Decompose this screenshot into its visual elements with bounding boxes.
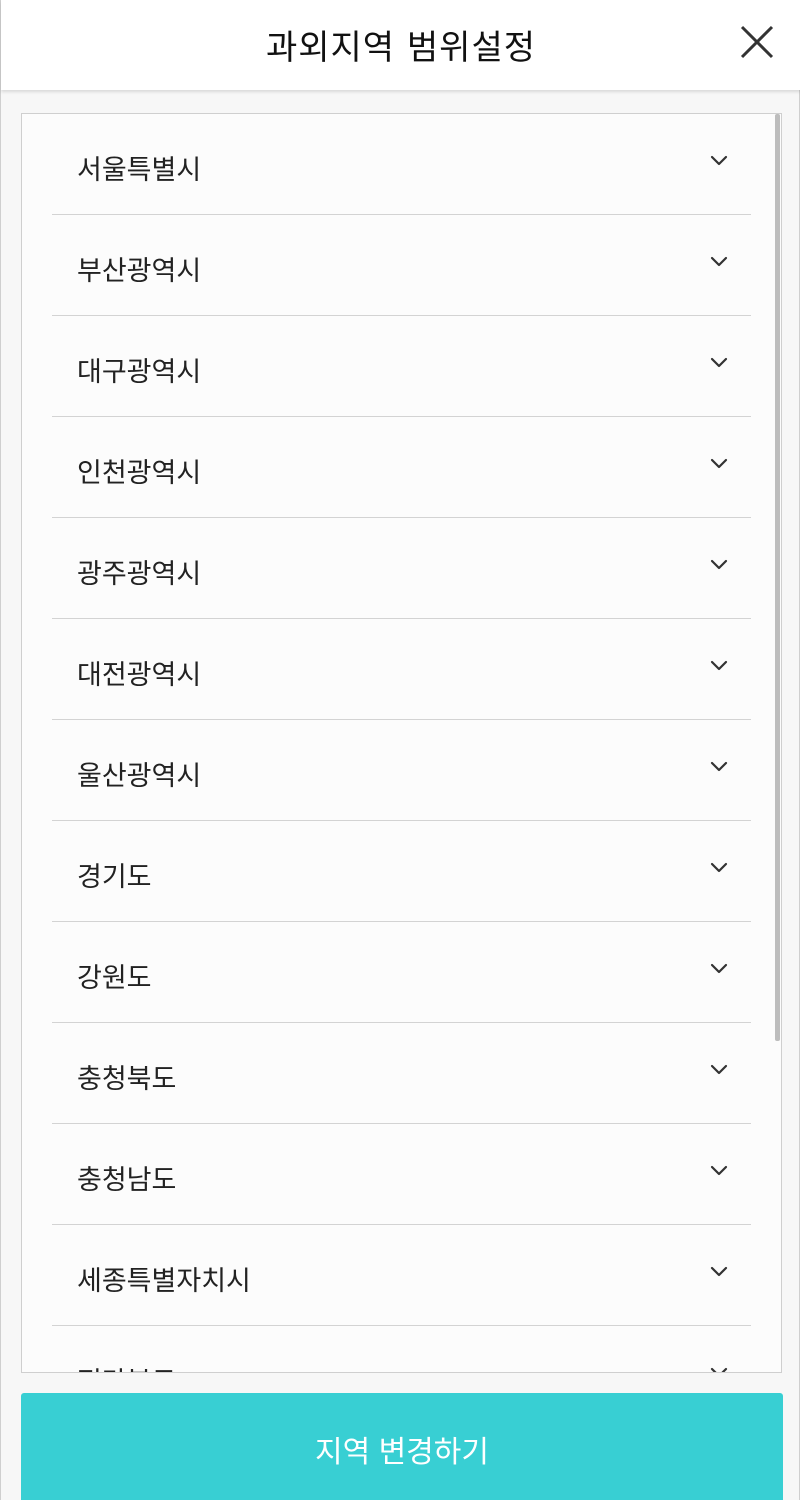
region-row[interactable]: 충청북도	[52, 1023, 751, 1124]
region-label: 경기도	[77, 862, 152, 893]
region-settings-screen: 과외지역 범위설정 서울특별시부산광역시대구광역시인천광역시광주광역시대전광역시…	[0, 0, 800, 1500]
region-label: 충청남도	[77, 1165, 177, 1196]
region-label: 전라북도	[77, 1360, 176, 1372]
region-row[interactable]: 강원도	[52, 922, 751, 1023]
region-row[interactable]: 인천광역시	[52, 417, 751, 518]
region-label: 충청북도	[77, 1064, 177, 1095]
chevron-down-icon[interactable]	[709, 154, 729, 168]
region-label: 울산광역시	[77, 761, 202, 792]
region-label: 대전광역시	[77, 660, 202, 691]
region-row[interactable]: 경기도	[52, 821, 751, 922]
region-label: 서울특별시	[77, 155, 202, 186]
chevron-down-icon[interactable]	[709, 1265, 729, 1279]
chevron-down-icon[interactable]	[709, 760, 729, 774]
region-row[interactable]: 울산광역시	[52, 720, 751, 821]
region-label: 부산광역시	[77, 256, 202, 287]
chevron-down-icon[interactable]	[709, 255, 729, 269]
change-region-button-label: 지역 변경하기	[315, 1436, 489, 1469]
close-button[interactable]	[737, 22, 777, 62]
chevron-down-icon[interactable]	[709, 558, 729, 572]
region-list[interactable]: 서울특별시부산광역시대구광역시인천광역시광주광역시대전광역시울산광역시경기도강원…	[21, 113, 782, 1373]
change-region-button[interactable]: 지역 변경하기	[21, 1393, 783, 1500]
region-row[interactable]: 대구광역시	[52, 316, 751, 417]
scrollbar-thumb[interactable]	[775, 114, 780, 1041]
chevron-down-icon[interactable]	[709, 962, 729, 976]
region-label: 대구광역시	[77, 357, 202, 388]
chevron-down-icon[interactable]	[709, 1366, 729, 1372]
chevron-down-icon[interactable]	[709, 659, 729, 673]
region-label: 광주광역시	[77, 559, 202, 590]
region-label: 인천광역시	[77, 458, 202, 489]
chevron-down-icon[interactable]	[709, 457, 729, 471]
region-row[interactable]: 대전광역시	[52, 619, 751, 720]
chevron-down-icon[interactable]	[709, 356, 729, 370]
region-row[interactable]: 충청남도	[52, 1124, 751, 1225]
chevron-down-icon[interactable]	[709, 1164, 729, 1178]
chevron-down-icon[interactable]	[709, 861, 729, 875]
region-row[interactable]: 세종특별자치시	[52, 1225, 751, 1326]
region-row[interactable]: 부산광역시	[52, 215, 751, 316]
chevron-down-icon[interactable]	[709, 1063, 729, 1077]
region-row[interactable]: 서울특별시	[52, 114, 751, 215]
region-label: 세종특별자치시	[77, 1266, 251, 1297]
page-title: 과외지역 범위설정	[265, 28, 537, 68]
region-label: 강원도	[77, 963, 152, 994]
scrollbar[interactable]	[773, 114, 781, 1372]
region-row[interactable]: 전라북도	[52, 1326, 751, 1372]
close-icon	[740, 25, 774, 59]
header-bar: 과외지역 범위설정	[1, 0, 800, 90]
region-row[interactable]: 광주광역시	[52, 518, 751, 619]
